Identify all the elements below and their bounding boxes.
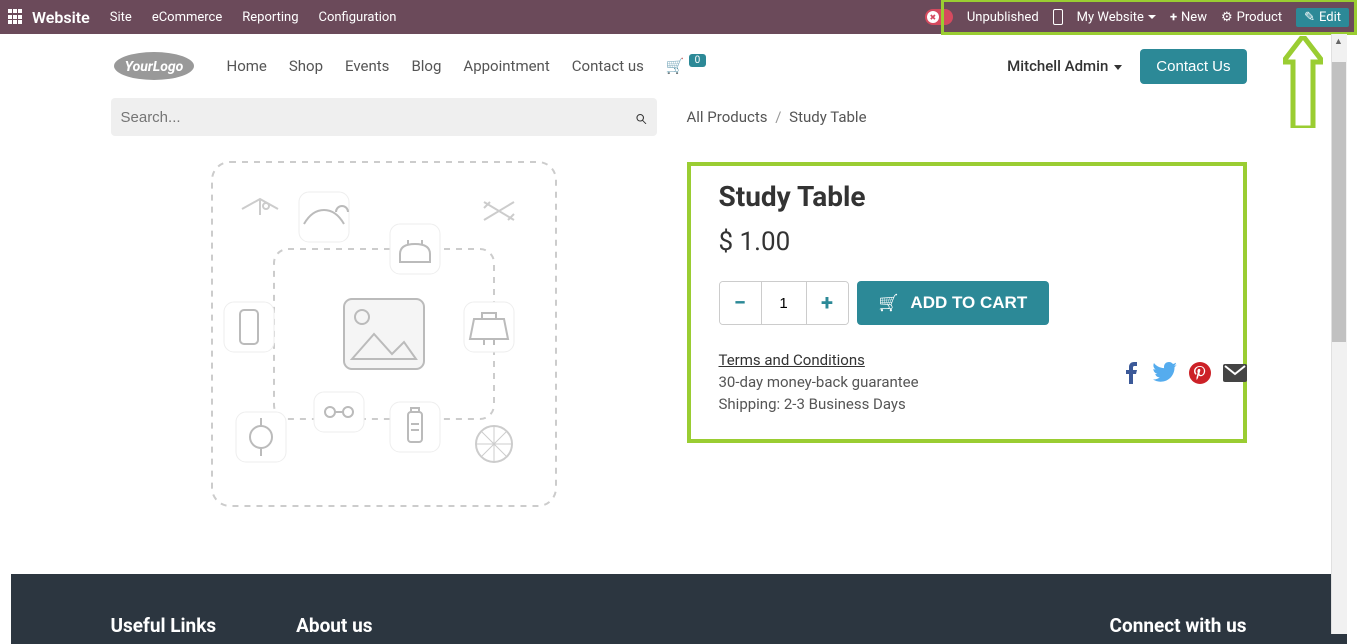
quantity-stepper: − +	[719, 281, 849, 325]
chevron-down-icon	[1148, 15, 1156, 19]
breadcrumb-root[interactable]: All Products	[687, 108, 768, 126]
footer: Useful Links About us Connect with us	[11, 574, 1347, 644]
contact-us-button[interactable]: Contact Us	[1140, 49, 1246, 84]
qty-plus-button[interactable]: +	[806, 282, 848, 324]
cart-link[interactable]: 🛒 0	[666, 57, 706, 75]
footer-connect: Connect with us	[1110, 614, 1247, 637]
breadcrumb-current: Study Table	[789, 108, 866, 126]
product-price: $ 1.00	[719, 227, 1215, 257]
cart-badge: 0	[689, 54, 707, 67]
arrow-annotation	[1283, 36, 1323, 132]
facebook-icon[interactable]	[1121, 362, 1141, 390]
scroll-up-icon[interactable]: ▲	[1332, 34, 1346, 48]
site-header: YourLogo Home Shop Events Blog Appointme…	[11, 34, 1347, 98]
nav-events[interactable]: Events	[345, 57, 389, 75]
svg-text:YourLogo: YourLogo	[124, 59, 183, 75]
website-selector[interactable]: My Website	[1077, 10, 1156, 25]
cart-icon: 🛒	[666, 57, 685, 75]
search-input[interactable]	[121, 109, 635, 126]
product-image-placeholder	[111, 154, 657, 514]
qty-minus-button[interactable]: −	[720, 282, 762, 324]
product-info: Study Table $ 1.00 − + ADD TO CART Terms…	[687, 154, 1247, 514]
breadcrumb: All Products / Study Table	[687, 108, 867, 126]
nav-shop[interactable]: Shop	[289, 57, 323, 75]
qty-input[interactable]	[762, 282, 806, 324]
user-dropdown[interactable]: Mitchell Admin	[1007, 57, 1122, 75]
menu-ecommerce[interactable]: eCommerce	[152, 10, 222, 25]
pinterest-icon[interactable]	[1189, 362, 1211, 390]
chevron-down-icon	[1114, 65, 1122, 70]
new-button[interactable]: New	[1170, 10, 1207, 25]
nav-home[interactable]: Home	[227, 57, 267, 75]
search-box[interactable]	[111, 98, 657, 136]
mobile-preview-icon[interactable]	[1053, 9, 1063, 25]
topbar: Website Site eCommerce Reporting Configu…	[0, 0, 1357, 34]
menu-reporting[interactable]: Reporting	[242, 10, 298, 25]
menu-configuration[interactable]: Configuration	[319, 10, 397, 25]
footer-useful-links: Useful Links	[111, 614, 217, 637]
product-button[interactable]: Product	[1221, 10, 1282, 25]
twitter-icon[interactable]	[1153, 362, 1177, 390]
nav-contact[interactable]: Contact us	[572, 57, 644, 75]
publish-toggle[interactable]	[925, 9, 953, 25]
annotation-box-product: Study Table $ 1.00 − + ADD TO CART Terms…	[687, 162, 1247, 443]
breadcrumb-sep: /	[775, 108, 781, 126]
publish-label[interactable]: Unpublished	[967, 10, 1039, 25]
add-to-cart-button[interactable]: ADD TO CART	[857, 281, 1050, 325]
terms-link[interactable]: Terms and Conditions	[719, 351, 865, 369]
logo[interactable]: YourLogo	[111, 48, 197, 84]
shipping-text: Shipping: 2-3 Business Days	[719, 395, 1215, 413]
app-name[interactable]: Website	[32, 8, 90, 27]
search-icon[interactable]	[634, 105, 646, 130]
nav-appointment[interactable]: Appointment	[463, 57, 549, 75]
topbar-right: Unpublished My Website New Product Edit	[925, 8, 1349, 27]
edit-button[interactable]: Edit	[1296, 8, 1349, 27]
product-title: Study Table	[719, 180, 1215, 213]
menu-site[interactable]: Site	[110, 10, 132, 25]
mail-icon[interactable]	[1223, 362, 1247, 390]
main-nav: Home Shop Events Blog Appointment Contac…	[227, 57, 644, 75]
nav-blog[interactable]: Blog	[411, 57, 441, 75]
apps-icon[interactable]	[8, 9, 24, 25]
footer-about-us: About us	[296, 614, 372, 637]
social-share	[1121, 362, 1247, 390]
top-menu: Site eCommerce Reporting Configuration	[110, 10, 397, 25]
